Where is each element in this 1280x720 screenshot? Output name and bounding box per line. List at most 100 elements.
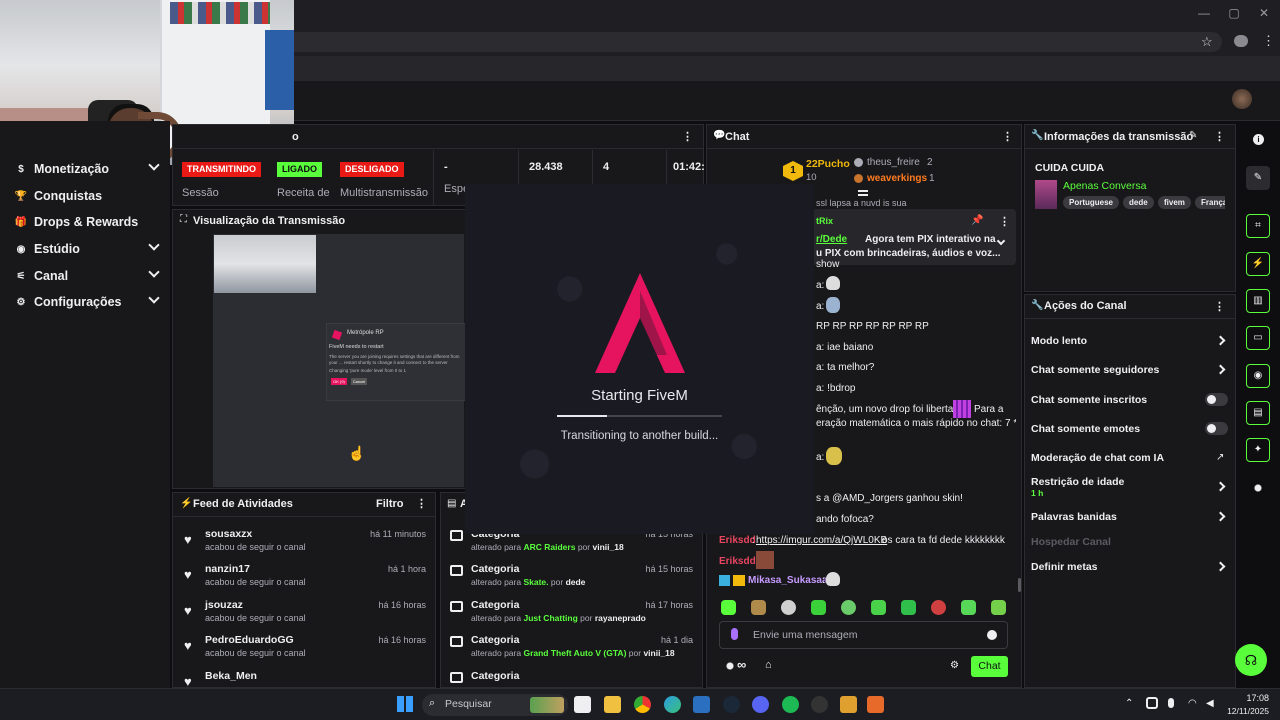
clip-icon[interactable]: ⌗ [1246,214,1270,238]
wifi-icon[interactable]: ◠ [1188,698,1197,709]
app-icon[interactable] [693,696,710,713]
category-link[interactable]: Apenas Conversa [1063,180,1146,192]
emote-icon [826,447,842,465]
follower-name[interactable]: nanzin17 [205,563,250,575]
chat-menu-icon[interactable]: ⋮ [1002,130,1013,143]
emote-icon[interactable] [991,600,1006,615]
points-icon[interactable] [724,660,736,672]
pin-icon[interactable]: 📌 [971,215,983,226]
actions-menu-icon[interactable]: ⋮ [1214,300,1225,313]
wrench-icon[interactable]: ✦ [1246,438,1270,462]
tray-app-icon[interactable] [1146,697,1158,709]
pinned-line-user[interactable]: r/Dede [816,234,847,245]
windows-start-icon[interactable] [397,696,413,712]
subscribers-only-toggle[interactable] [1205,393,1228,406]
collapse-icon[interactable] [858,190,868,196]
info-icon[interactable]: i [1253,134,1264,145]
external-link-icon[interactable]: ↗ [1216,452,1224,463]
chat-bubble-icon[interactable]: ▭ [1246,326,1270,350]
edit-icon[interactable]: ✎ [1246,166,1270,190]
gear-icon[interactable]: ⚙ [950,660,959,671]
action-set-goals[interactable]: Definir metas [1031,561,1098,573]
emote-icon[interactable] [901,600,916,615]
emotes-only-toggle[interactable] [1205,422,1228,435]
feed-filter-button[interactable]: Filtro [376,498,404,510]
info-menu-icon[interactable]: ⋮ [1214,130,1225,143]
emote-icon[interactable] [841,600,856,615]
steam-icon[interactable] [723,696,740,713]
stats-menu-icon[interactable]: ⋮ [682,130,693,143]
tag[interactable]: fivem [1158,196,1191,209]
clock-time[interactable]: 17:08 [1229,693,1269,703]
profile-icon[interactable] [1234,35,1248,47]
spotify-icon[interactable] [782,696,799,713]
discord-icon[interactable] [752,696,769,713]
sidebar-item-conquistas[interactable]: 🏆 Conquistas [0,183,170,209]
leaderboard-top-user[interactable]: 22Pucho [806,158,850,170]
emote-icon[interactable] [871,600,886,615]
follower-name[interactable]: PedroEduardoGG [205,634,294,646]
action-ai-moderation[interactable]: Moderação de chat com IA [1031,452,1164,464]
emote-icon[interactable] [781,600,796,615]
sidebar-item-canal[interactable]: ⚟ Canal [0,263,170,289]
clock-date[interactable]: 12/11/2025 [1219,706,1269,716]
edit-icon[interactable]: ✎ [1189,130,1197,141]
chat-scrollbar[interactable] [1018,578,1021,592]
sidebar-item-configuracoes[interactable]: ⚙ Configurações [0,289,170,315]
emote-icon[interactable] [751,600,766,615]
follower-name[interactable]: jsouzaz [205,599,243,611]
community-icon[interactable] [1252,482,1264,494]
emoji-icon[interactable] [987,630,997,640]
help-button[interactable]: ☊ [1235,644,1267,676]
feed-menu-icon[interactable]: ⋮ [416,497,427,510]
chrome-icon[interactable] [634,696,651,713]
microphone-icon[interactable] [731,628,738,640]
star-icon[interactable]: ☆ [1201,34,1213,50]
tag[interactable]: Portuguese [1063,196,1120,209]
clipboard-icon[interactable]: ▥ [1246,289,1270,313]
pinned-menu-icon[interactable]: ⋮ [999,215,1010,228]
send-chat-button[interactable]: Chat [971,656,1008,677]
user-avatar[interactable] [1232,89,1252,109]
chat-link[interactable]: https://imgur.com/a/QjWL0KB [756,535,887,546]
chat-username[interactable]: Mikasa_Sukasaa [748,575,828,586]
leaderboard-second-user[interactable]: theus_freire [867,157,920,168]
fivem-taskbar-icon[interactable] [867,696,884,713]
action-followers-only[interactable]: Chat somente seguidores [1031,364,1159,376]
lightning-icon[interactable]: ⚡ [1246,252,1270,276]
sidebar-item-monetizacao[interactable]: $ Monetização [0,156,170,182]
maximize-button[interactable]: ▢ [1226,6,1242,22]
task-view-icon[interactable] [574,696,591,713]
emote-icon[interactable] [811,600,826,615]
sidebar-item-drops[interactable]: 🎁 Drops & Rewards [0,209,170,235]
close-window-button[interactable]: ✕ [1256,6,1272,22]
follower-name[interactable]: Beka_Men [205,670,257,682]
chat-username[interactable]: Eriksdd [719,556,756,567]
layout-icon[interactable]: ▤ [1246,401,1270,425]
action-emotes-only: Chat somente emotes [1031,423,1141,435]
edge-icon[interactable] [664,696,681,713]
obs-icon[interactable] [811,696,828,713]
action-slow-mode[interactable]: Modo lento [1031,335,1087,347]
store-icon[interactable]: ⌂ [765,659,772,671]
app-icon[interactable] [840,696,857,713]
file-explorer-icon[interactable] [604,696,621,713]
browser-menu-icon[interactable]: ⋮ [1262,33,1275,49]
emote-icon[interactable] [931,600,946,615]
minimize-button[interactable]: — [1196,6,1212,22]
follower-name[interactable]: sousaxzx [205,528,252,540]
tag[interactable]: dede [1123,196,1154,209]
broadcast-icon[interactable]: ◉ [1246,364,1270,388]
emote-icon[interactable] [721,600,736,615]
tray-chevron-icon[interactable]: ⌃ [1125,698,1133,709]
microphone-icon[interactable] [1168,698,1174,708]
volume-icon[interactable]: ◀ [1206,698,1214,709]
leaderboard-third-user[interactable]: weaverkings [867,173,927,184]
tag[interactable]: França [1195,196,1225,209]
sidebar-item-estudio[interactable]: ◉ Estúdio [0,236,170,262]
emote-icon[interactable] [961,600,976,615]
action-banned-words[interactable]: Palavras banidas [1031,511,1117,523]
action-age-restriction[interactable]: Restrição de idade [1031,476,1124,488]
stream-preview[interactable]: Metrópole RP FiveM needs to restart The … [213,234,466,487]
chat-username[interactable]: Eriksdd [719,535,756,546]
